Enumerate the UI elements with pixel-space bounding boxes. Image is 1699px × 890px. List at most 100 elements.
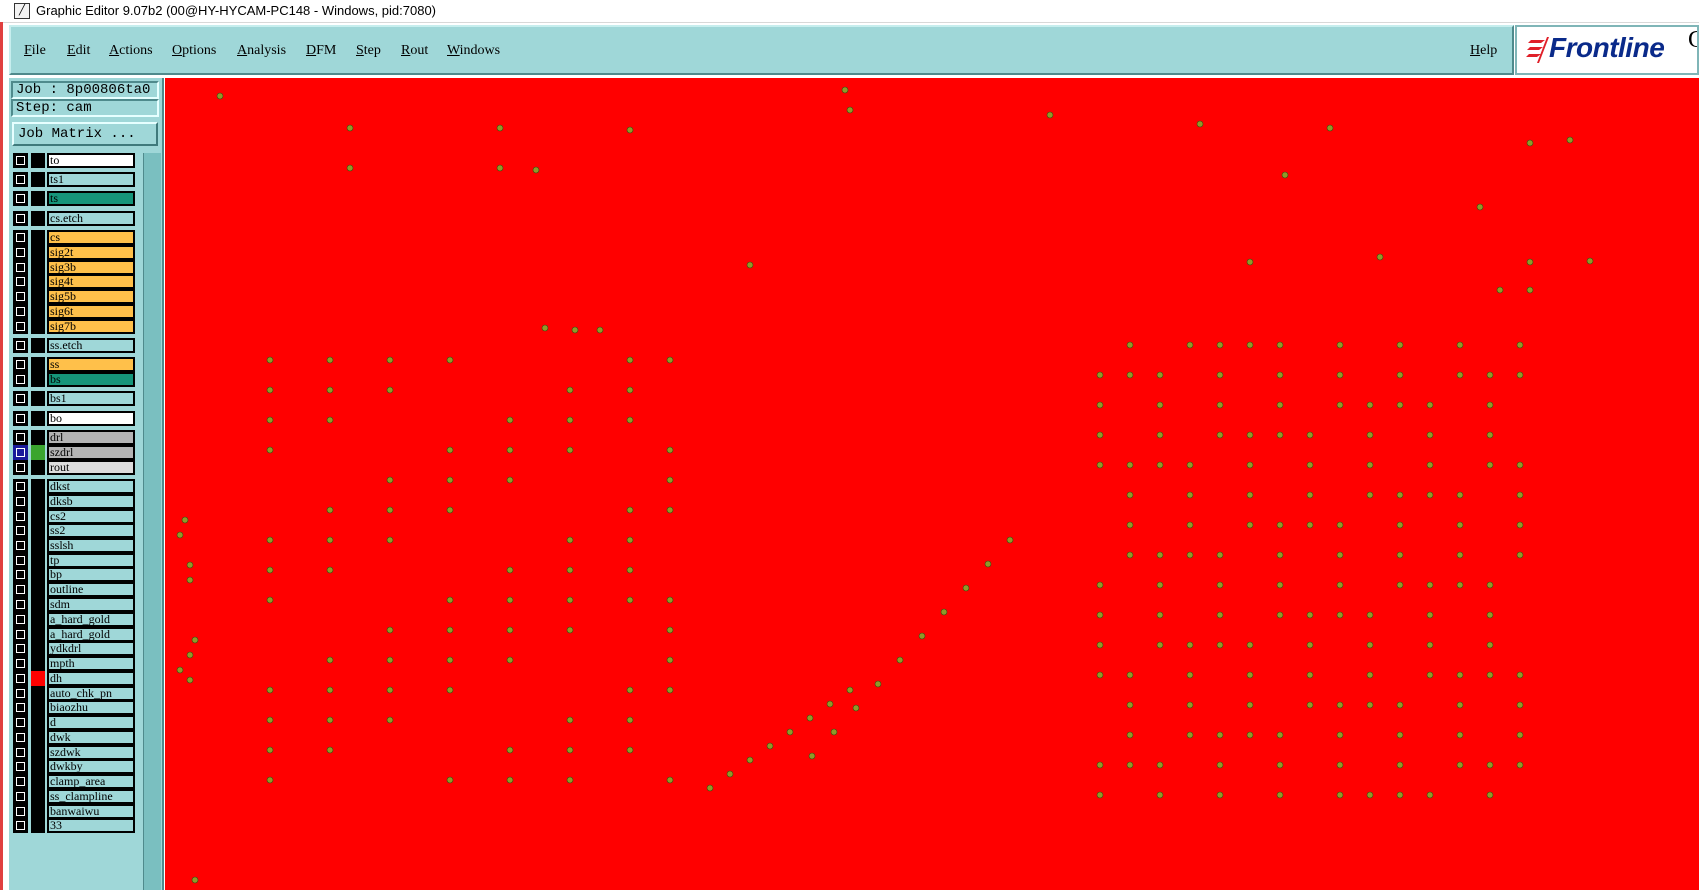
layer-row-biaozhu[interactable]: biaozhu: [12, 700, 140, 715]
layer-row-cs.etch[interactable]: cs.etch: [12, 211, 140, 226]
layer-color-swatch[interactable]: [31, 191, 45, 206]
layer-row-auto_chk_pn[interactable]: auto_chk_pn: [12, 686, 140, 701]
layer-color-swatch[interactable]: [31, 479, 45, 494]
layer-name-label[interactable]: rout: [47, 460, 135, 475]
layer-row-sig4t[interactable]: sig4t: [12, 274, 140, 289]
layer-name-label[interactable]: auto_chk_pn: [47, 686, 135, 701]
layer-color-swatch[interactable]: [31, 289, 45, 304]
layer-name-label[interactable]: sslsh: [47, 538, 135, 553]
layer-name-label[interactable]: sdm: [47, 597, 135, 612]
layer-checkbox[interactable]: [13, 260, 28, 275]
layer-name-label[interactable]: cs: [47, 230, 135, 245]
layer-name-label[interactable]: sig4t: [47, 274, 135, 289]
layer-row-a_hard_gold[interactable]: a_hard_gold: [12, 627, 140, 642]
layer-color-swatch[interactable]: [31, 671, 45, 686]
layer-name-label[interactable]: a_hard_gold: [47, 612, 135, 627]
layer-checkbox[interactable]: [13, 715, 28, 730]
layer-checkbox[interactable]: [13, 357, 28, 372]
layer-row-szdrl[interactable]: szdrl: [12, 445, 140, 460]
layer-name-label[interactable]: mpth: [47, 656, 135, 671]
menu-dfm[interactable]: DFM: [306, 43, 336, 59]
layer-name-label[interactable]: bs1: [47, 391, 135, 406]
menu-file[interactable]: File: [24, 43, 46, 59]
layer-color-swatch[interactable]: [31, 774, 45, 789]
layer-name-label[interactable]: banwaiwu: [47, 804, 135, 819]
layer-name-label[interactable]: outline: [47, 582, 135, 597]
layer-row-ydkdrl[interactable]: ydkdrl: [12, 641, 140, 656]
layer-name-label[interactable]: bp: [47, 567, 135, 582]
layer-name-label[interactable]: ts: [47, 191, 135, 206]
layer-color-swatch[interactable]: [31, 641, 45, 656]
job-matrix-button[interactable]: Job Matrix ...: [12, 122, 158, 146]
layer-name-label[interactable]: to: [47, 153, 135, 168]
layer-row-drl[interactable]: drl: [12, 430, 140, 445]
layer-row-mpth[interactable]: mpth: [12, 656, 140, 671]
layer-name-label[interactable]: ts1: [47, 172, 135, 187]
layer-color-swatch[interactable]: [31, 338, 45, 353]
menu-edit[interactable]: Edit: [67, 43, 90, 59]
layer-color-swatch[interactable]: [31, 686, 45, 701]
layer-color-swatch[interactable]: [31, 538, 45, 553]
layer-checkbox[interactable]: [13, 774, 28, 789]
layer-checkbox[interactable]: [13, 479, 28, 494]
layer-row-sig7b[interactable]: sig7b: [12, 319, 140, 334]
layer-checkbox[interactable]: [13, 509, 28, 524]
layer-name-label[interactable]: tp: [47, 553, 135, 568]
layer-row-sig5b[interactable]: sig5b: [12, 289, 140, 304]
layer-color-swatch[interactable]: [31, 372, 45, 387]
layer-checkbox[interactable]: [13, 445, 28, 460]
layer-checkbox[interactable]: [13, 804, 28, 819]
layer-color-swatch[interactable]: [31, 211, 45, 226]
layer-row-ts[interactable]: ts: [12, 191, 140, 206]
layer-row-33[interactable]: 33: [12, 818, 140, 833]
layer-name-label[interactable]: sig2t: [47, 245, 135, 260]
layer-checkbox[interactable]: [13, 538, 28, 553]
layer-checkbox[interactable]: [13, 567, 28, 582]
layer-color-swatch[interactable]: [31, 715, 45, 730]
layer-checkbox[interactable]: [13, 818, 28, 833]
layer-row-d[interactable]: d: [12, 715, 140, 730]
layer-row-ss2[interactable]: ss2: [12, 523, 140, 538]
layer-name-label[interactable]: sig5b: [47, 289, 135, 304]
layer-color-swatch[interactable]: [31, 509, 45, 524]
layer-name-label[interactable]: d: [47, 715, 135, 730]
layer-name-label[interactable]: cs2: [47, 509, 135, 524]
layer-color-swatch[interactable]: [31, 245, 45, 260]
menu-analysis[interactable]: Analysis: [237, 43, 286, 59]
layer-checkbox[interactable]: [13, 759, 28, 774]
layer-name-label[interactable]: clamp_area: [47, 774, 135, 789]
layer-color-swatch[interactable]: [31, 818, 45, 833]
layer-row-bs1[interactable]: bs1: [12, 391, 140, 406]
layer-color-swatch[interactable]: [31, 153, 45, 168]
layer-name-label[interactable]: ss2: [47, 523, 135, 538]
layer-color-swatch[interactable]: [31, 789, 45, 804]
layer-checkbox[interactable]: [13, 745, 28, 760]
layer-checkbox[interactable]: [13, 627, 28, 642]
layer-checkbox[interactable]: [13, 372, 28, 387]
layer-name-label[interactable]: dwkby: [47, 759, 135, 774]
layer-row-clamp_area[interactable]: clamp_area: [12, 774, 140, 789]
layer-list-scrollbar[interactable]: [143, 153, 161, 890]
layer-checkbox[interactable]: [13, 430, 28, 445]
layer-color-swatch[interactable]: [31, 612, 45, 627]
layer-color-swatch[interactable]: [31, 494, 45, 509]
layer-name-label[interactable]: a_hard_gold: [47, 627, 135, 642]
layer-color-swatch[interactable]: [31, 567, 45, 582]
menu-rout[interactable]: Rout: [401, 43, 428, 59]
menu-help[interactable]: Help: [1470, 43, 1497, 59]
layer-row-dwk[interactable]: dwk: [12, 730, 140, 745]
layer-checkbox[interactable]: [13, 553, 28, 568]
layer-name-label[interactable]: bs: [47, 372, 135, 387]
layer-checkbox[interactable]: [13, 686, 28, 701]
layer-checkbox[interactable]: [13, 597, 28, 612]
layer-row-rout[interactable]: rout: [12, 460, 140, 475]
layer-color-swatch[interactable]: [31, 730, 45, 745]
layer-row-dkst[interactable]: dkst: [12, 479, 140, 494]
layer-color-swatch[interactable]: [31, 172, 45, 187]
layer-row-dwkby[interactable]: dwkby: [12, 759, 140, 774]
layer-checkbox[interactable]: [13, 153, 28, 168]
layer-row-bp[interactable]: bp: [12, 567, 140, 582]
layer-row-ss.etch[interactable]: ss.etch: [12, 338, 140, 353]
layer-color-swatch[interactable]: [31, 319, 45, 334]
layer-checkbox[interactable]: [13, 789, 28, 804]
